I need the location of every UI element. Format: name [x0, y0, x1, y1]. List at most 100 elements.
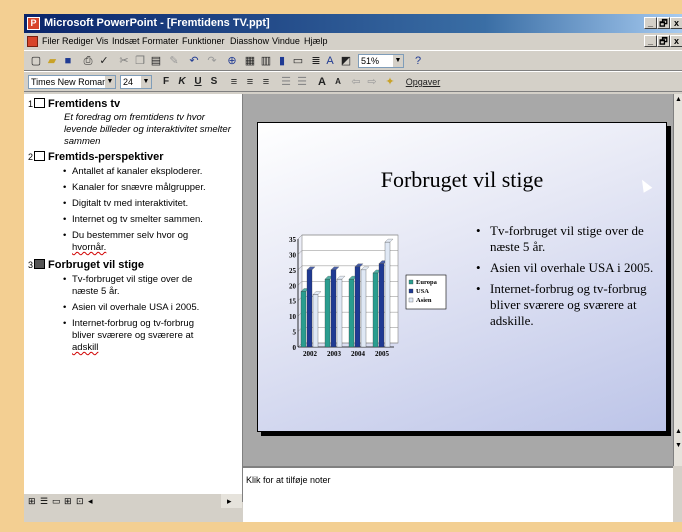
slide-title[interactable]: Forbruget vil stige	[258, 167, 666, 193]
chart-gridline	[297, 234, 303, 240]
outline-bullet: Digitalt tv med interaktivitet.	[63, 198, 188, 210]
bar-chart[interactable]: 0 5 10 15 20 25 30 35 2002 2003 2004 2005 Europa USA A…	[280, 227, 470, 387]
y-tick-label: 10	[289, 313, 297, 321]
scroll-right-icon[interactable]: ▸	[227, 494, 232, 508]
open-icon[interactable]: ▰	[46, 54, 58, 68]
scroll-left-icon[interactable]: ◂	[88, 494, 93, 508]
slide-scrollbar[interactable]: ▲ ▲ ▼	[673, 94, 682, 466]
slide-bullet: Tv-forbruget vil stige over de næste 5 å…	[474, 223, 660, 255]
slide-sorter-icon[interactable]: ⊞	[64, 494, 72, 508]
format-painter-icon[interactable]: ✎	[168, 54, 180, 68]
increase-font-icon[interactable]: A	[316, 75, 328, 89]
slideshow-icon[interactable]: ⊡	[76, 494, 84, 508]
restore-button[interactable]: 🗗	[657, 17, 670, 29]
redo-icon[interactable]: ↷	[206, 54, 218, 68]
next-slide-icon[interactable]: ▼	[675, 442, 682, 449]
outline-scrollbar[interactable]: ▸	[221, 494, 242, 508]
x-tick-label: 2002	[303, 350, 318, 358]
outline-slide-3[interactable]: 3 Forbruget vil stige	[28, 259, 144, 271]
zoom-select[interactable]: 51% ▼	[358, 54, 404, 68]
font-size-select[interactable]: 24 ▼	[120, 75, 152, 89]
minimize-button[interactable]: _	[644, 17, 657, 29]
menu-vis[interactable]: Vis	[96, 33, 108, 50]
chevron-down-icon: ▼	[105, 76, 115, 88]
outline-slide-subtitle: Et foredrag om fremtidens tv hvor levend…	[64, 112, 231, 147]
x-tick-label: 2005	[375, 350, 390, 358]
normal-view-icon[interactable]: ⊞	[28, 494, 36, 508]
design-icon[interactable]: ✦	[384, 75, 396, 89]
tables-icon[interactable]: ▦	[244, 54, 256, 68]
help-icon[interactable]: ?	[412, 54, 424, 68]
save-icon[interactable]: ■	[62, 54, 74, 68]
tasks-button[interactable]: Opgaver	[400, 75, 446, 89]
outline-bullet: Kanaler for snævre målgrupper.	[63, 182, 206, 194]
x-tick-label: 2003	[327, 350, 342, 358]
slide-canvas[interactable]: Forbruget vil stige 0 5 10 15 20 25 30 35 2002 20…	[257, 122, 667, 432]
align-right-icon[interactable]: ≡	[260, 75, 272, 89]
menu-filer[interactable]: Filer	[42, 33, 60, 50]
bold-button[interactable]: F	[160, 75, 172, 89]
scroll-up-icon[interactable]: ▲	[675, 96, 682, 103]
menu-bar: Filer Rediger Vis Indsæt Formater Funkti…	[24, 33, 682, 50]
grayscale-icon[interactable]: ◩	[340, 54, 352, 68]
align-left-icon[interactable]: ≡	[228, 75, 240, 89]
new-icon[interactable]: ▢	[30, 54, 42, 68]
doc-restore-button[interactable]: 🗗	[657, 35, 670, 47]
menu-vindue[interactable]: Vindue	[272, 33, 300, 50]
slide-icon	[34, 259, 46, 269]
outline-bullet: Antallet af kanaler eksploderer.	[63, 166, 202, 178]
menu-rediger[interactable]: Rediger	[62, 33, 94, 50]
numbering-icon[interactable]: ☰	[280, 75, 292, 89]
underline-button[interactable]: U	[192, 75, 204, 89]
copy-icon[interactable]: ❐	[134, 54, 146, 68]
menu-formater[interactable]: Formater	[142, 33, 179, 50]
previous-slide-icon[interactable]: ▲	[675, 428, 682, 435]
slide-bullet-list[interactable]: Tv-forbruget vil stige over de næste 5 å…	[474, 223, 660, 334]
powerpoint-app-icon[interactable]: P	[27, 17, 40, 30]
decrease-font-icon[interactable]: A	[332, 75, 344, 89]
outline-bullet-continuation: næste 5 år.	[72, 286, 120, 297]
undo-icon[interactable]: ↶	[188, 54, 200, 68]
outline-slide-title: Fremtidens tv	[48, 98, 121, 110]
menu-funktioner[interactable]: Funktioner	[182, 33, 225, 50]
doc-close-button[interactable]: x	[670, 35, 682, 47]
outline-slide-2[interactable]: 2 Fremtids-perspektiver	[28, 151, 164, 163]
close-button[interactable]: x	[670, 17, 682, 29]
outline-bullet-continuation: hvornår.	[72, 242, 107, 253]
paste-icon[interactable]: ▤	[150, 54, 162, 68]
bar-usa-2005	[378, 263, 385, 348]
title-bar: P Microsoft PowerPoint - [Fremtidens TV.…	[24, 14, 682, 33]
bar-europa-2005	[372, 272, 379, 348]
insert-chart-icon[interactable]: ▮	[276, 54, 288, 68]
spellcheck-icon[interactable]: ✓	[98, 54, 110, 68]
notes-pane[interactable]: Klik for at tilføje noter	[243, 466, 673, 522]
promote-icon[interactable]: ⇦	[350, 75, 362, 89]
outline-bullet: Tv-forbruget vil stige over de	[63, 274, 192, 286]
menu-diasshow[interactable]: Diasshow	[230, 33, 269, 50]
show-formatting-icon[interactable]: A	[324, 54, 336, 68]
insert-table-icon[interactable]: ▥	[260, 54, 272, 68]
outline-slide-1[interactable]: 1 Fremtidens tv	[28, 98, 120, 110]
font-size-value: 24	[123, 77, 134, 87]
font-name-select[interactable]: Times New Roman ▼	[28, 75, 116, 89]
align-center-icon[interactable]: ≡	[244, 75, 256, 89]
expand-all-icon[interactable]: ≣	[310, 54, 322, 68]
print-icon[interactable]: ⎙	[82, 54, 94, 68]
bar-asien-2004	[360, 269, 367, 348]
bullets-icon[interactable]: ☰	[296, 75, 308, 89]
outline-view-icon[interactable]: ☰	[40, 494, 48, 508]
menu-hjaelp[interactable]: Hjælp	[304, 33, 328, 50]
new-slide-icon[interactable]: ▭	[292, 54, 304, 68]
italic-button[interactable]: K	[176, 75, 188, 89]
cut-icon[interactable]: ✂	[118, 54, 130, 68]
slide-view-icon[interactable]: ▭	[52, 494, 61, 508]
slide-bullet: Internet-forbrug og tv-forbrug bliver sv…	[474, 281, 660, 329]
shadow-button[interactable]: S	[208, 75, 220, 89]
document-icon[interactable]	[27, 36, 38, 47]
formatting-toolbar: Times New Roman ▼ 24 ▼ F K U S ≡ ≡ ≡ ☰ ☰…	[24, 71, 682, 92]
outline-pane[interactable]: 1 Fremtidens tv Et foredrag om fremtidens…	[24, 94, 243, 502]
doc-minimize-button[interactable]: _	[644, 35, 657, 47]
menu-indsaet[interactable]: Indsæt	[112, 33, 140, 50]
hyperlink-icon[interactable]: ⊕	[226, 54, 238, 68]
demote-icon[interactable]: ⇨	[366, 75, 378, 89]
